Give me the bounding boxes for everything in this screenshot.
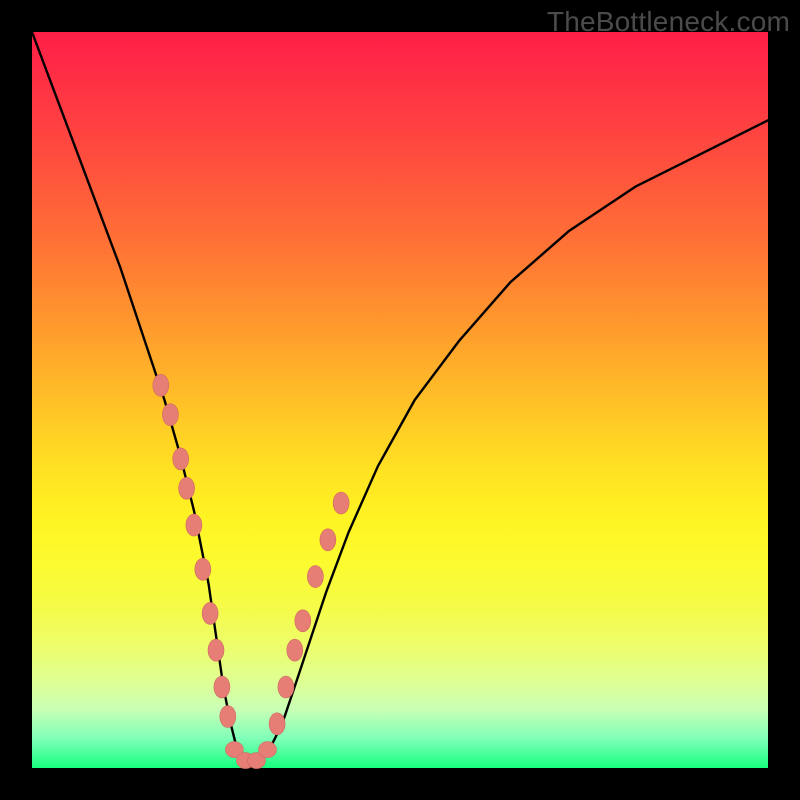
curve-marker — [173, 448, 189, 470]
markers-bottom — [225, 742, 276, 769]
markers-right-branch — [269, 492, 349, 735]
curve-marker — [287, 639, 303, 661]
curve-marker — [259, 742, 277, 758]
curve-marker — [307, 566, 323, 588]
curve-marker — [186, 514, 202, 536]
bottleneck-curve — [32, 32, 768, 768]
curve-marker — [214, 676, 230, 698]
curve-marker — [320, 529, 336, 551]
markers-left-branch — [153, 374, 236, 727]
curve-marker — [295, 610, 311, 632]
curve-marker — [269, 713, 285, 735]
curve-marker — [278, 676, 294, 698]
chart-frame: TheBottleneck.com — [0, 0, 800, 800]
curve-marker — [220, 706, 236, 728]
curve-marker — [162, 404, 178, 426]
curve-marker — [202, 602, 218, 624]
watermark-text: TheBottleneck.com — [547, 6, 790, 38]
curve-marker — [333, 492, 349, 514]
curve-marker — [195, 558, 211, 580]
curve-marker — [208, 639, 224, 661]
curve-marker — [179, 477, 195, 499]
chart-svg — [32, 32, 768, 768]
curve-marker — [153, 374, 169, 396]
